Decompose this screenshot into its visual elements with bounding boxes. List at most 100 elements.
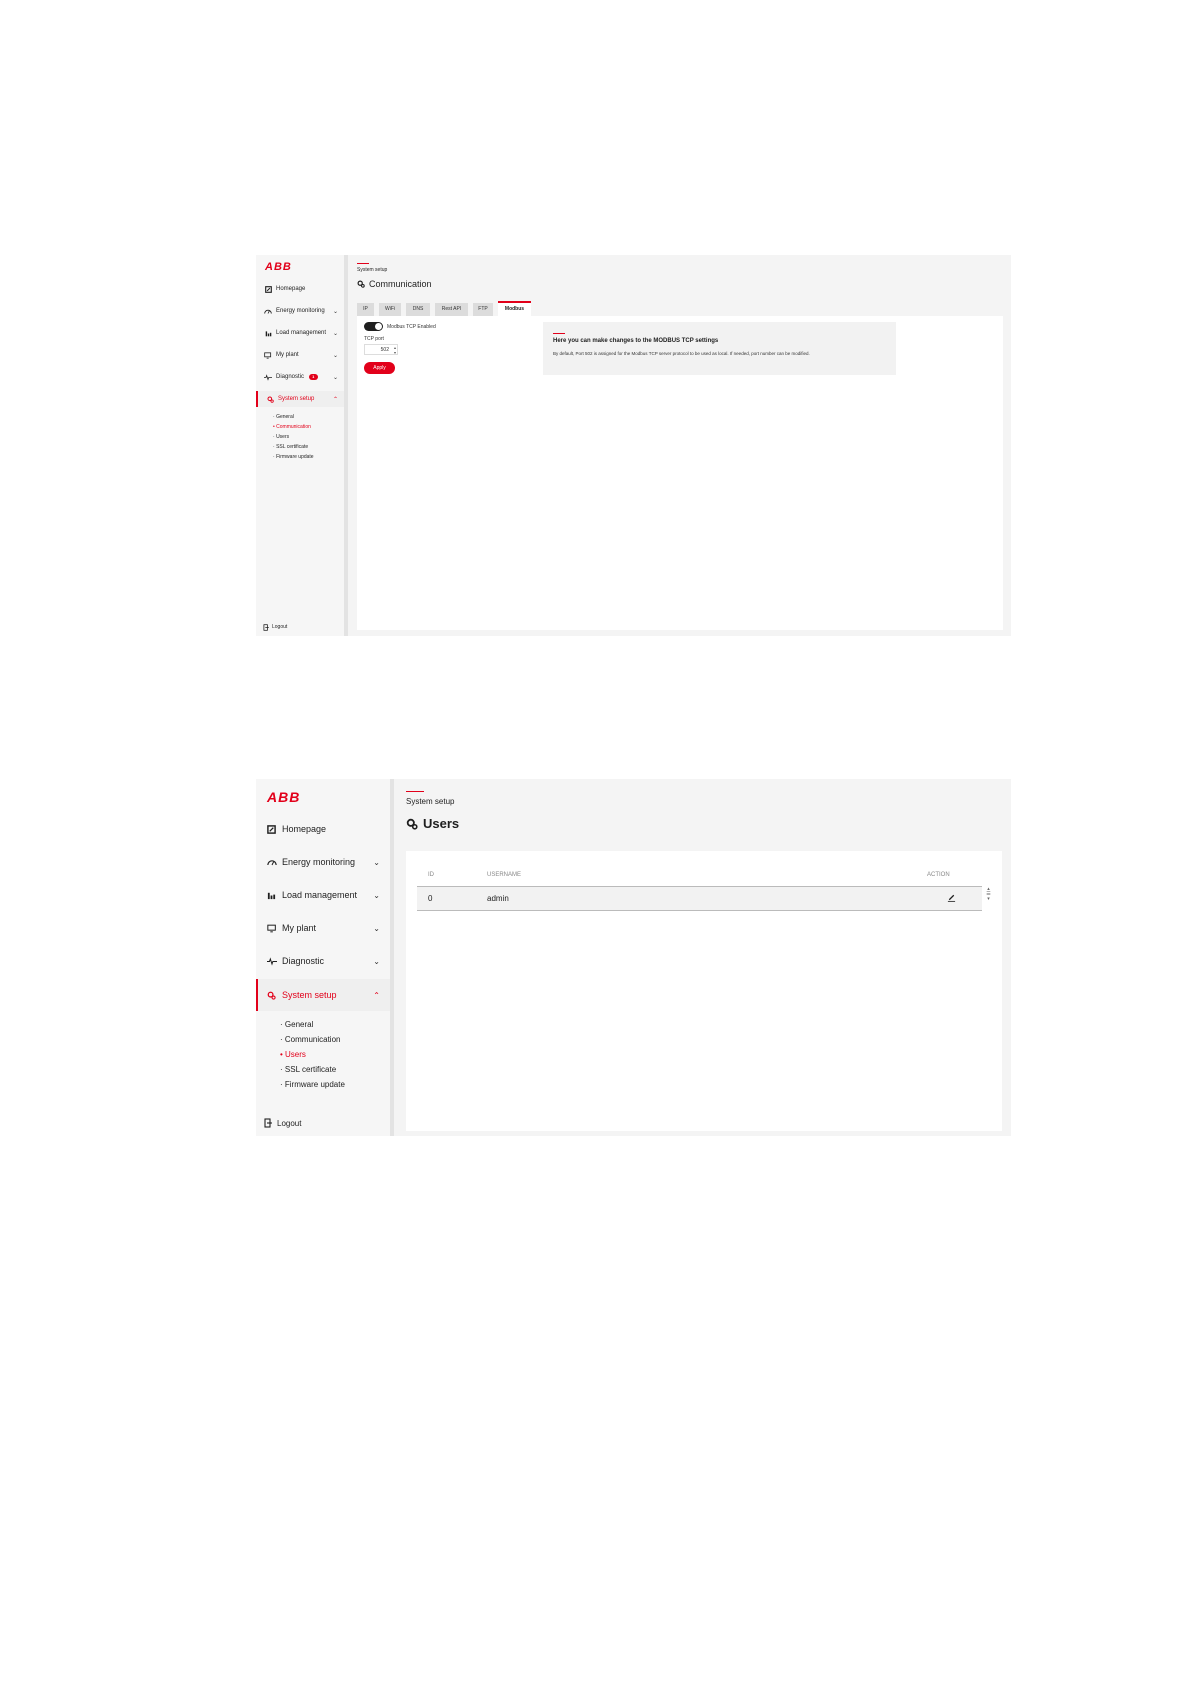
tab-rest-api[interactable]: Rest API bbox=[435, 303, 468, 316]
chevron-down-icon: ⌄ bbox=[332, 374, 338, 381]
screenshot-communication: ABB Homepage Energy monitoring ⌄ Load ma… bbox=[256, 255, 1011, 636]
tab-modbus[interactable]: Modbus bbox=[498, 301, 531, 316]
users-panel: ID USERNAME ACTION 0 admin ▴ ☰ ▾ bbox=[406, 851, 1002, 1131]
subnav-label: Communication bbox=[276, 424, 311, 430]
sidebar: ABB Homepage Energy monitoring ⌄ Load ma… bbox=[256, 779, 394, 1136]
nav-diagnostic[interactable]: Diagnostic ⌄ bbox=[256, 951, 390, 971]
my-plant-icon bbox=[265, 924, 278, 933]
chevron-down-icon: ⌄ bbox=[332, 308, 338, 315]
nav-energy-monitoring[interactable]: Energy monitoring ⌄ bbox=[256, 852, 390, 872]
logout-label: Logout bbox=[272, 624, 288, 630]
apply-button[interactable]: Apply bbox=[364, 362, 395, 374]
homepage-icon bbox=[263, 285, 273, 293]
chevron-down-icon: ⌄ bbox=[373, 890, 380, 900]
subnav-firmware-update[interactable]: · Firmware update bbox=[273, 454, 314, 460]
toggle-knob bbox=[375, 323, 382, 330]
system-setup-icon bbox=[406, 818, 418, 830]
tcp-port-value: 502 bbox=[380, 347, 389, 353]
nav-homepage[interactable]: Homepage bbox=[256, 281, 344, 297]
cell-username: admin bbox=[487, 893, 509, 903]
logout-button[interactable]: Logout bbox=[256, 621, 344, 633]
nav-label: Homepage bbox=[276, 286, 306, 292]
subnav-general[interactable]: · General bbox=[280, 1020, 313, 1029]
energy-monitoring-icon bbox=[263, 308, 273, 315]
homepage-icon bbox=[265, 824, 278, 834]
tcp-port-label: TCP port bbox=[364, 336, 384, 342]
table-scrollbar[interactable]: ▴ ☰ ▾ bbox=[984, 887, 993, 907]
tab-dns[interactable]: DNS bbox=[406, 303, 430, 316]
modbus-tcp-toggle[interactable] bbox=[364, 322, 383, 331]
diagnostic-icon bbox=[263, 373, 273, 381]
nav-energy-monitoring[interactable]: Energy monitoring ⌄ bbox=[256, 303, 344, 319]
subnav-label: General bbox=[276, 414, 294, 420]
nav-label-text: Diagnostic bbox=[276, 374, 305, 380]
title-accent bbox=[406, 791, 424, 792]
subnav-ssl-certificate[interactable]: · SSL certificate bbox=[280, 1065, 336, 1074]
nav-my-plant[interactable]: My plant ⌄ bbox=[256, 347, 344, 363]
subnav-users[interactable]: • Users bbox=[280, 1050, 306, 1059]
my-plant-icon bbox=[263, 351, 273, 359]
nav-label: Energy monitoring bbox=[276, 308, 325, 314]
modbus-info-box: Here you can make changes to the MODBUS … bbox=[543, 322, 896, 375]
edit-icon bbox=[947, 894, 956, 904]
nav-label: Load management bbox=[282, 890, 358, 900]
chevron-down-icon: ⌄ bbox=[373, 857, 380, 867]
tab-wifi[interactable]: WiFi bbox=[379, 303, 401, 316]
subnav-label: General bbox=[284, 1020, 314, 1029]
nav-label: Homepage bbox=[282, 824, 327, 834]
title-accent bbox=[357, 263, 369, 264]
chevron-down-icon: ⌄ bbox=[373, 956, 380, 966]
nav-label: Diagnostic bbox=[282, 956, 325, 966]
subnav-label: Users bbox=[276, 434, 290, 440]
info-accent bbox=[553, 333, 565, 334]
load-management-icon bbox=[263, 330, 273, 337]
subnav-ssl-certificate[interactable]: · SSL certificate bbox=[273, 444, 308, 450]
diagnostic-badge: 1 bbox=[308, 374, 318, 380]
stepper-arrows-icon[interactable]: ▴ ▾ bbox=[394, 345, 396, 355]
page-title: Communication bbox=[357, 279, 432, 289]
subnav-communication[interactable]: · Communication bbox=[280, 1035, 340, 1044]
system-setup-icon bbox=[265, 991, 278, 1000]
load-management-icon bbox=[265, 891, 278, 900]
sidebar: ABB Homepage Energy monitoring ⌄ Load ma… bbox=[256, 255, 348, 636]
chevron-up-icon: ⌃ bbox=[332, 396, 338, 403]
subnav-label: Users bbox=[285, 1050, 306, 1059]
logout-icon bbox=[262, 1118, 274, 1128]
logout-label: Logout bbox=[277, 1118, 302, 1128]
chevron-down-icon: ⌄ bbox=[332, 352, 338, 359]
subnav-firmware-update[interactable]: · Firmware update bbox=[280, 1080, 345, 1089]
nav-load-management[interactable]: Load management ⌄ bbox=[256, 325, 344, 341]
logout-button[interactable]: Logout bbox=[256, 1115, 390, 1131]
tab-ftp[interactable]: FTP bbox=[473, 303, 493, 316]
users-table: ID USERNAME ACTION 0 admin bbox=[417, 865, 982, 911]
nav-label: Diagnostic 1 bbox=[273, 374, 333, 380]
main-content: System setup Users ID USERNAME ACTION 0 … bbox=[394, 779, 1011, 1136]
breadcrumb: System setup bbox=[406, 797, 455, 806]
nav-system-setup[interactable]: System setup ⌃ bbox=[256, 391, 344, 407]
subnav-communication[interactable]: • Communication bbox=[273, 424, 311, 430]
energy-monitoring-icon bbox=[265, 858, 278, 867]
modbus-tcp-label: Modbus TCP Enabled bbox=[387, 324, 436, 330]
main-content: System setup Communication IP WiFi DNS R… bbox=[348, 255, 1011, 636]
edit-user-button[interactable] bbox=[927, 886, 982, 910]
nav-label: System setup bbox=[278, 396, 315, 402]
nav-my-plant[interactable]: My plant ⌄ bbox=[256, 918, 390, 938]
tab-ip[interactable]: IP bbox=[357, 303, 374, 316]
nav-label: System setup bbox=[282, 990, 337, 1000]
cell-id: 0 bbox=[428, 893, 433, 903]
nav-system-setup[interactable]: System setup ⌃ bbox=[256, 979, 390, 1011]
nav-homepage[interactable]: Homepage bbox=[256, 819, 390, 839]
diagnostic-icon bbox=[265, 956, 278, 966]
subnav-users[interactable]: · Users bbox=[273, 434, 289, 440]
tcp-port-input[interactable]: 502 ▴ ▾ bbox=[364, 344, 398, 355]
nav-load-management[interactable]: Load management ⌄ bbox=[256, 885, 390, 905]
subnav-general[interactable]: · General bbox=[273, 414, 294, 420]
table-row[interactable]: 0 admin bbox=[417, 886, 982, 910]
nav-diagnostic[interactable]: Diagnostic 1 ⌄ bbox=[256, 369, 344, 385]
page-title-text: Communication bbox=[369, 279, 432, 289]
column-header-id: ID bbox=[428, 872, 434, 879]
system-setup-icon bbox=[265, 395, 275, 403]
table-header-row: ID USERNAME ACTION bbox=[417, 865, 982, 886]
subnav-label: SSL certificate bbox=[284, 1065, 337, 1074]
abb-logo: ABB bbox=[267, 789, 301, 805]
